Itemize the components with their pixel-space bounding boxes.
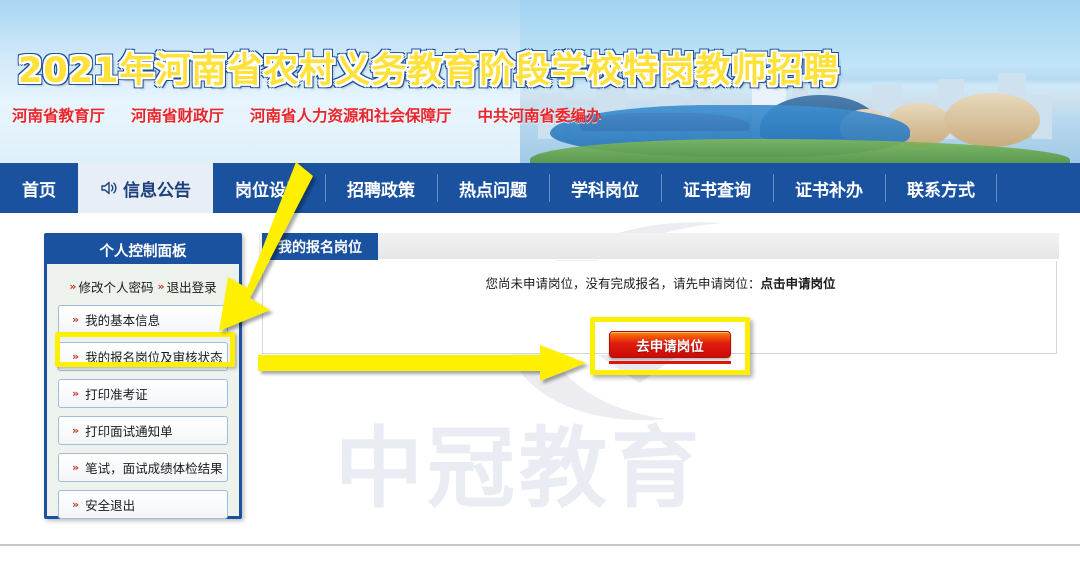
sidebar-item-label: 我的报名岗位及审核状态 xyxy=(85,350,223,365)
sidebar-item-basic-info[interactable]: » 我的基本信息 xyxy=(58,305,228,334)
watermark-text: 中冠教育 xyxy=(335,417,704,520)
main-navigation: 首页 信息公告 岗位设置 招聘政策 热点问题 学科岗位 证书查询 证书补办 联系… xyxy=(0,163,1080,213)
dept-link-1[interactable]: 河南省财政厅 xyxy=(131,104,224,126)
sidebar-header: 个人控制面板 xyxy=(47,236,239,264)
nav-label-6: 证书查询 xyxy=(683,180,751,201)
dept-link-0[interactable]: 河南省教育厅 xyxy=(12,104,105,126)
chevron-right-icon: » xyxy=(72,313,79,326)
sidebar-item-exam-results[interactable]: » 笔试，面试成绩体检结果 xyxy=(58,453,228,482)
chevron-right-icon: » xyxy=(72,387,79,400)
nav-item-certificate-reissue[interactable]: 证书补办 xyxy=(773,163,885,213)
panel-tab-my-application[interactable]: 我的报名岗位 xyxy=(262,233,378,260)
footer-divider xyxy=(0,544,1080,546)
banner-title: 2021年河南省农村义务教育阶段学校特岗教师招聘 xyxy=(18,51,840,91)
apply-button-underline xyxy=(609,361,731,364)
change-password-link[interactable]: 修改个人密码 xyxy=(78,277,153,296)
dept-link-3[interactable]: 中共河南省委编办 xyxy=(478,104,602,126)
sidebar-item-print-interview-notice[interactable]: » 打印面试通知单 xyxy=(58,416,228,445)
dept-link-2[interactable]: 河南省人力资源和社会保障厅 xyxy=(250,104,452,126)
page-root: 2021年河南省农村义务教育阶段学校特岗教师招聘 河南省教育厅 河南省财政厅 河… xyxy=(0,0,1080,564)
nav-label-2: 岗位设置 xyxy=(235,180,303,201)
sidebar-item-safe-exit[interactable]: » 安全退出 xyxy=(58,490,228,519)
nav-item-announcements[interactable]: 信息公告 xyxy=(78,163,213,213)
chevron-right-icon: » xyxy=(72,350,79,363)
sidebar-body: » 修改个人密码 » 退出登录 » 我的基本信息 » 我的报名岗位及审核状态 »… xyxy=(47,264,239,531)
nav-label-5: 学科岗位 xyxy=(571,180,639,201)
sidebar-item-label: 我的基本信息 xyxy=(85,313,161,328)
nav-label-3: 招聘政策 xyxy=(347,180,415,201)
nav-label-7: 证书补办 xyxy=(795,180,863,201)
nav-label-1: 信息公告 xyxy=(123,180,191,201)
logout-link[interactable]: 退出登录 xyxy=(167,277,217,296)
sidebar-item-label: 安全退出 xyxy=(85,498,136,513)
chevron-right-icon: » xyxy=(72,461,79,474)
nav-divider xyxy=(996,174,997,202)
nav-item-subject-posts[interactable]: 学科岗位 xyxy=(549,163,661,213)
chevron-right-icon: » xyxy=(69,280,76,293)
nav-item-post-settings[interactable]: 岗位设置 xyxy=(213,163,325,213)
sidebar-item-print-admission-ticket[interactable]: » 打印准考证 xyxy=(58,379,228,408)
go-apply-post-button[interactable]: 去申请岗位 xyxy=(609,331,731,358)
nav-label-8: 联系方式 xyxy=(907,180,975,201)
nav-item-faq[interactable]: 热点问题 xyxy=(437,163,549,213)
main-panel-headbar xyxy=(259,233,1059,260)
sidebar-top-links: » 修改个人密码 » 退出登录 xyxy=(58,274,228,305)
speaker-icon xyxy=(100,180,118,196)
nav-item-certificate-query[interactable]: 证书查询 xyxy=(661,163,773,213)
status-message-link[interactable]: 点击申请岗位 xyxy=(761,276,836,291)
nav-item-home[interactable]: 首页 xyxy=(0,163,78,213)
nav-label-4: 热点问题 xyxy=(459,180,527,201)
nav-label-0: 首页 xyxy=(22,180,56,201)
sidebar-item-label: 打印面试通知单 xyxy=(85,424,173,439)
nav-item-contact[interactable]: 联系方式 xyxy=(885,163,997,213)
sidebar-item-label: 笔试，面试成绩体检结果 xyxy=(85,461,223,476)
sidebar-item-label: 打印准考证 xyxy=(85,387,148,402)
department-links: 河南省教育厅 河南省财政厅 河南省人力资源和社会保障厅 中共河南省委编办 xyxy=(12,104,602,126)
sidebar-item-my-application-status[interactable]: » 我的报名岗位及审核状态 xyxy=(58,342,228,371)
status-message-plain: 您尚未申请岗位，没有完成报名，请先申请岗位： xyxy=(485,276,761,291)
personal-control-panel: 个人控制面板 » 修改个人密码 » 退出登录 » 我的基本信息 » 我的报名岗位… xyxy=(44,233,242,519)
chevron-right-icon: » xyxy=(157,280,165,293)
chevron-right-icon: » xyxy=(72,498,79,511)
site-banner: 2021年河南省农村义务教育阶段学校特岗教师招聘 河南省教育厅 河南省财政厅 河… xyxy=(0,0,1080,165)
chevron-right-icon: » xyxy=(72,424,79,437)
nav-item-recruitment-policy[interactable]: 招聘政策 xyxy=(325,163,437,213)
status-message: 您尚未申请岗位，没有完成报名，请先申请岗位：点击申请岗位 xyxy=(263,273,1058,292)
